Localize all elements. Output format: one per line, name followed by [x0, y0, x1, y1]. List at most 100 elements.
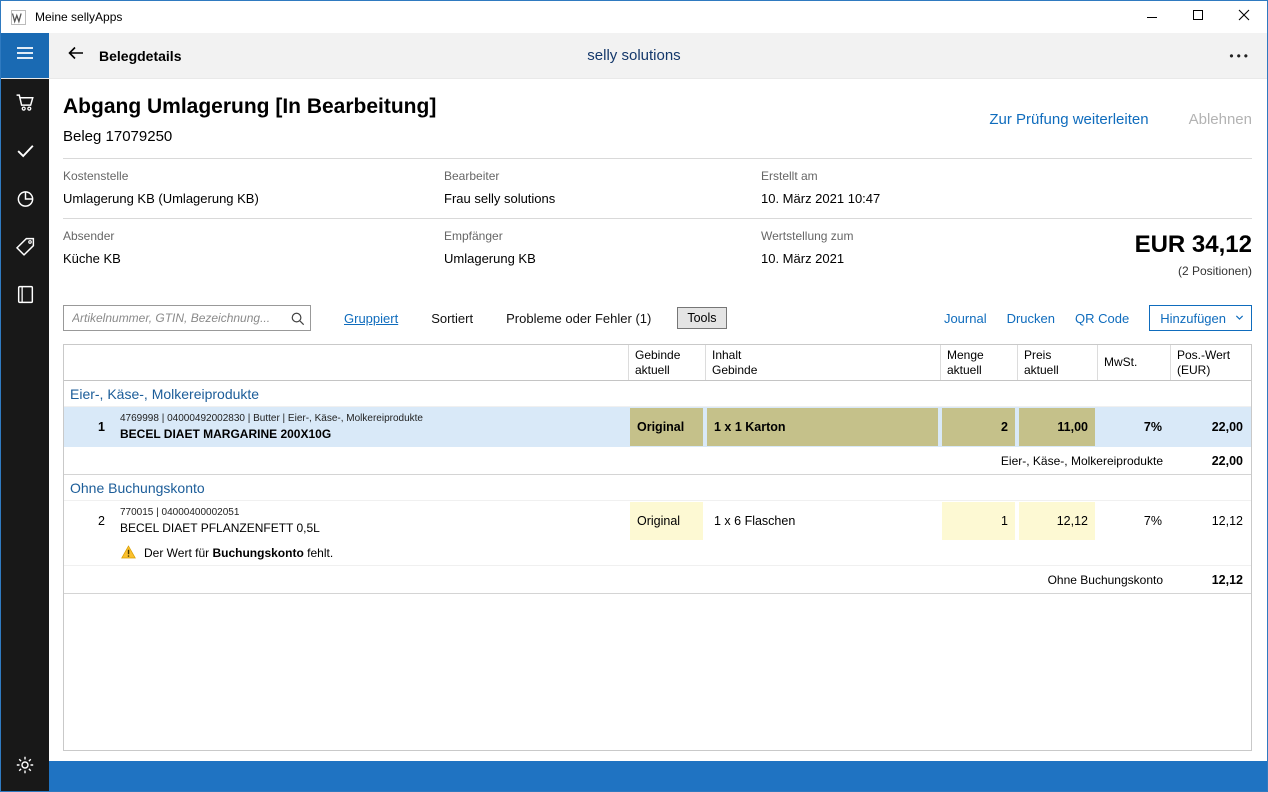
minimize-icon: [1146, 8, 1158, 26]
sidebar-item-reports[interactable]: [1, 177, 49, 225]
column-header-description: [114, 345, 628, 380]
article-name: BECEL DIAET PFLANZENFETT 0,5L: [120, 521, 320, 535]
journal-link[interactable]: Journal: [944, 311, 987, 326]
gear-icon: [15, 755, 35, 780]
check-icon: [15, 140, 36, 166]
maximize-icon: [1192, 8, 1204, 26]
mwst-cell: 7%: [1143, 514, 1162, 528]
warning-text: Der Wert für Buchungskonto fehlt.: [144, 546, 334, 560]
add-dropdown[interactable]: Hinzufügen: [1149, 305, 1252, 331]
problems-filter[interactable]: Probleme oder Fehler (1): [506, 311, 651, 326]
forward-for-review-button[interactable]: Zur Prüfung weiterleiten: [989, 111, 1148, 128]
inhalt-cell[interactable]: 1 x 6 Flaschen: [707, 502, 938, 540]
book-icon: [15, 284, 36, 310]
row-description: 770015 | 04000400002051 BECEL DIAET PFLA…: [114, 501, 628, 541]
search-input[interactable]: [64, 311, 284, 325]
field-wertstellung: Wertstellung zum 10. März 2021: [761, 229, 854, 266]
group-header: Eier-, Käse-, Molkereiprodukte: [64, 381, 1251, 407]
sidebar-item-cart[interactable]: [1, 81, 49, 129]
warning-icon: [121, 544, 136, 562]
fields-row-2: Absender Küche KB Empfänger Umlagerung K…: [63, 219, 1252, 290]
pie-chart-icon: [15, 188, 36, 214]
sidebar-item-journal[interactable]: [1, 273, 49, 321]
column-header-wert: Pos.-Wert (EUR): [1170, 345, 1251, 380]
back-icon: [66, 43, 86, 68]
article-meta: 770015 | 04000400002051: [120, 507, 240, 518]
inhalt-cell[interactable]: 1 x 1 Karton: [707, 408, 938, 446]
close-icon: [1238, 8, 1250, 26]
titlebar: Meine sellyApps: [1, 1, 1267, 33]
grouped-toggle[interactable]: Gruppiert: [344, 311, 398, 326]
positions-count: (2 Positionen): [1177, 264, 1252, 278]
fields-row-1: Kostenstelle Umlagerung KB (Umlagerung K…: [63, 159, 1252, 218]
preis-cell[interactable]: 12,12: [1019, 502, 1095, 540]
gebinde-cell[interactable]: Original: [630, 408, 703, 446]
group-subtotal: Eier-, Käse-, Molkereiprodukte 22,00: [64, 447, 1251, 475]
row-warning: Der Wert für Buchungskonto fehlt.: [64, 541, 1251, 566]
menge-cell[interactable]: 1: [942, 502, 1015, 540]
sidebar-item-settings[interactable]: [1, 743, 49, 791]
field-kostenstelle: Kostenstelle Umlagerung KB (Umlagerung K…: [63, 169, 259, 206]
column-header-menge: Menge aktuell: [940, 345, 1017, 380]
positions-toolbar: Gruppiert Sortiert Probleme oder Fehler …: [63, 305, 1252, 331]
app-icon: [11, 9, 27, 25]
article-meta: 4769998 | 04000492002830 | Butter | Eier…: [120, 413, 423, 424]
wert-cell: 22,00: [1211, 420, 1243, 434]
field-erstellt-am: Erstellt am 10. März 2021 10:47: [761, 169, 881, 206]
document-total: EUR 34,12 (2 Positionen): [1135, 229, 1252, 278]
tools-button[interactable]: Tools: [677, 307, 727, 329]
reject-button[interactable]: Ablehnen: [1189, 111, 1252, 128]
cart-icon: [15, 92, 36, 118]
print-link[interactable]: Drucken: [1007, 311, 1055, 326]
total-amount: EUR 34,12: [1134, 231, 1252, 258]
sidebar-item-pricing[interactable]: [1, 225, 49, 273]
gebinde-cell[interactable]: Original: [630, 502, 703, 540]
mwst-cell: 7%: [1143, 420, 1162, 434]
app-header: Belegdetails selly solutions •••: [1, 33, 1267, 79]
document-header: Abgang Umlagerung [In Bearbeitung] Beleg…: [63, 95, 1252, 145]
column-header-gebinde: Gebinde aktuell: [628, 345, 705, 380]
search-icon[interactable]: [284, 311, 310, 326]
column-header-mwst: MwSt.: [1097, 345, 1170, 380]
page-title: Belegdetails: [99, 47, 182, 64]
table-row[interactable]: 1 4769998 | 04000492002830 | Butter | Ei…: [64, 407, 1251, 447]
column-header-pos: [64, 345, 114, 380]
qr-code-link[interactable]: QR Code: [1075, 311, 1129, 326]
hamburger-menu-button[interactable]: [1, 33, 49, 78]
window-title: Meine sellyApps: [35, 10, 123, 24]
menge-cell[interactable]: 2: [942, 408, 1015, 446]
table-row[interactable]: 2 770015 | 04000400002051 BECEL DIAET PF…: [64, 501, 1251, 541]
close-button[interactable]: [1221, 1, 1267, 33]
row-position: 2: [98, 514, 105, 528]
preis-cell[interactable]: 11,00: [1019, 408, 1095, 446]
chevron-down-icon: [1234, 311, 1245, 326]
maximize-button[interactable]: [1175, 1, 1221, 33]
row-position: 1: [98, 420, 105, 434]
field-bearbeiter: Bearbeiter Frau selly solutions: [444, 169, 556, 206]
positions-table: Gebinde aktuell Inhalt Gebinde Menge aktuel…: [63, 344, 1252, 751]
brand-label: selly solutions: [587, 47, 681, 64]
sidebar: [1, 79, 49, 791]
column-header-inhalt: Inhalt Gebinde: [705, 345, 940, 380]
wert-cell: 12,12: [1211, 514, 1243, 528]
search-box: [63, 305, 311, 331]
document-number: Beleg 17079250: [63, 128, 173, 145]
tag-icon: [15, 236, 36, 262]
sidebar-item-approvals[interactable]: [1, 129, 49, 177]
table-header: Gebinde aktuell Inhalt Gebinde Menge aktuel…: [64, 345, 1251, 381]
article-name: BECEL DIAET MARGARINE 200X10G: [120, 427, 332, 441]
field-empfaenger: Empfänger Umlagerung KB: [444, 229, 536, 266]
back-button[interactable]: [55, 33, 97, 78]
bottom-bar: [49, 761, 1267, 791]
app-window: Meine sellyApps Belegdetails selly solut…: [0, 0, 1268, 792]
main-area: Abgang Umlagerung [In Bearbeitung] Beleg…: [49, 79, 1267, 791]
sorted-toggle[interactable]: Sortiert: [431, 311, 473, 326]
column-header-preis: Preis aktuell: [1017, 345, 1097, 380]
menu-icon: [15, 43, 35, 68]
minimize-button[interactable]: [1129, 1, 1175, 33]
document-title: Abgang Umlagerung [In Bearbeitung]: [63, 95, 437, 118]
group-header: Ohne Buchungskonto: [64, 475, 1251, 501]
more-icon[interactable]: •••: [1229, 49, 1251, 63]
group-subtotal: Ohne Buchungskonto 12,12: [64, 566, 1251, 594]
row-description: 4769998 | 04000492002830 | Butter | Eier…: [114, 407, 628, 447]
